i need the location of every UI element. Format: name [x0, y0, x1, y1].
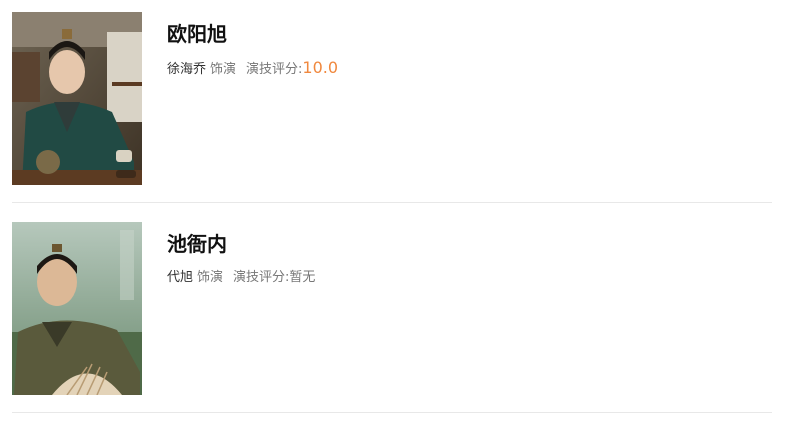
cast-list: 欧阳旭 徐海乔 饰演 演技评分:10.0 池衙内 代旭 饰演 演技评分:暂无 — [12, 12, 772, 413]
cast-info: 池衙内 代旭 饰演 演技评分:暂无 — [167, 230, 315, 287]
rating-label: 演技评分: — [233, 270, 290, 285]
rating-label: 演技评分: — [246, 62, 303, 77]
rating-score: 暂无 — [289, 270, 316, 285]
cast-card: 欧阳旭 徐海乔 饰演 演技评分:10.0 — [12, 12, 772, 203]
cast-card: 池衙内 代旭 饰演 演技评分:暂无 — [12, 222, 772, 413]
character-photo-link[interactable] — [12, 222, 142, 395]
cast-info: 欧阳旭 徐海乔 饰演 演技评分:10.0 — [167, 20, 338, 79]
actor-name[interactable]: 徐海乔 — [167, 62, 206, 77]
character-photo — [12, 222, 142, 395]
role-name[interactable]: 池衙内 — [167, 230, 315, 258]
character-photo-link[interactable] — [12, 12, 142, 185]
rating-score: 10.0 — [302, 58, 339, 77]
character-photo — [12, 12, 142, 185]
plays-label: 饰演 — [197, 270, 224, 285]
cast-meta: 代旭 饰演 演技评分:暂无 — [167, 269, 315, 287]
cast-meta: 徐海乔 饰演 演技评分:10.0 — [167, 59, 338, 79]
plays-label: 饰演 — [210, 62, 237, 77]
actor-name[interactable]: 代旭 — [167, 270, 193, 285]
role-name[interactable]: 欧阳旭 — [167, 20, 338, 48]
